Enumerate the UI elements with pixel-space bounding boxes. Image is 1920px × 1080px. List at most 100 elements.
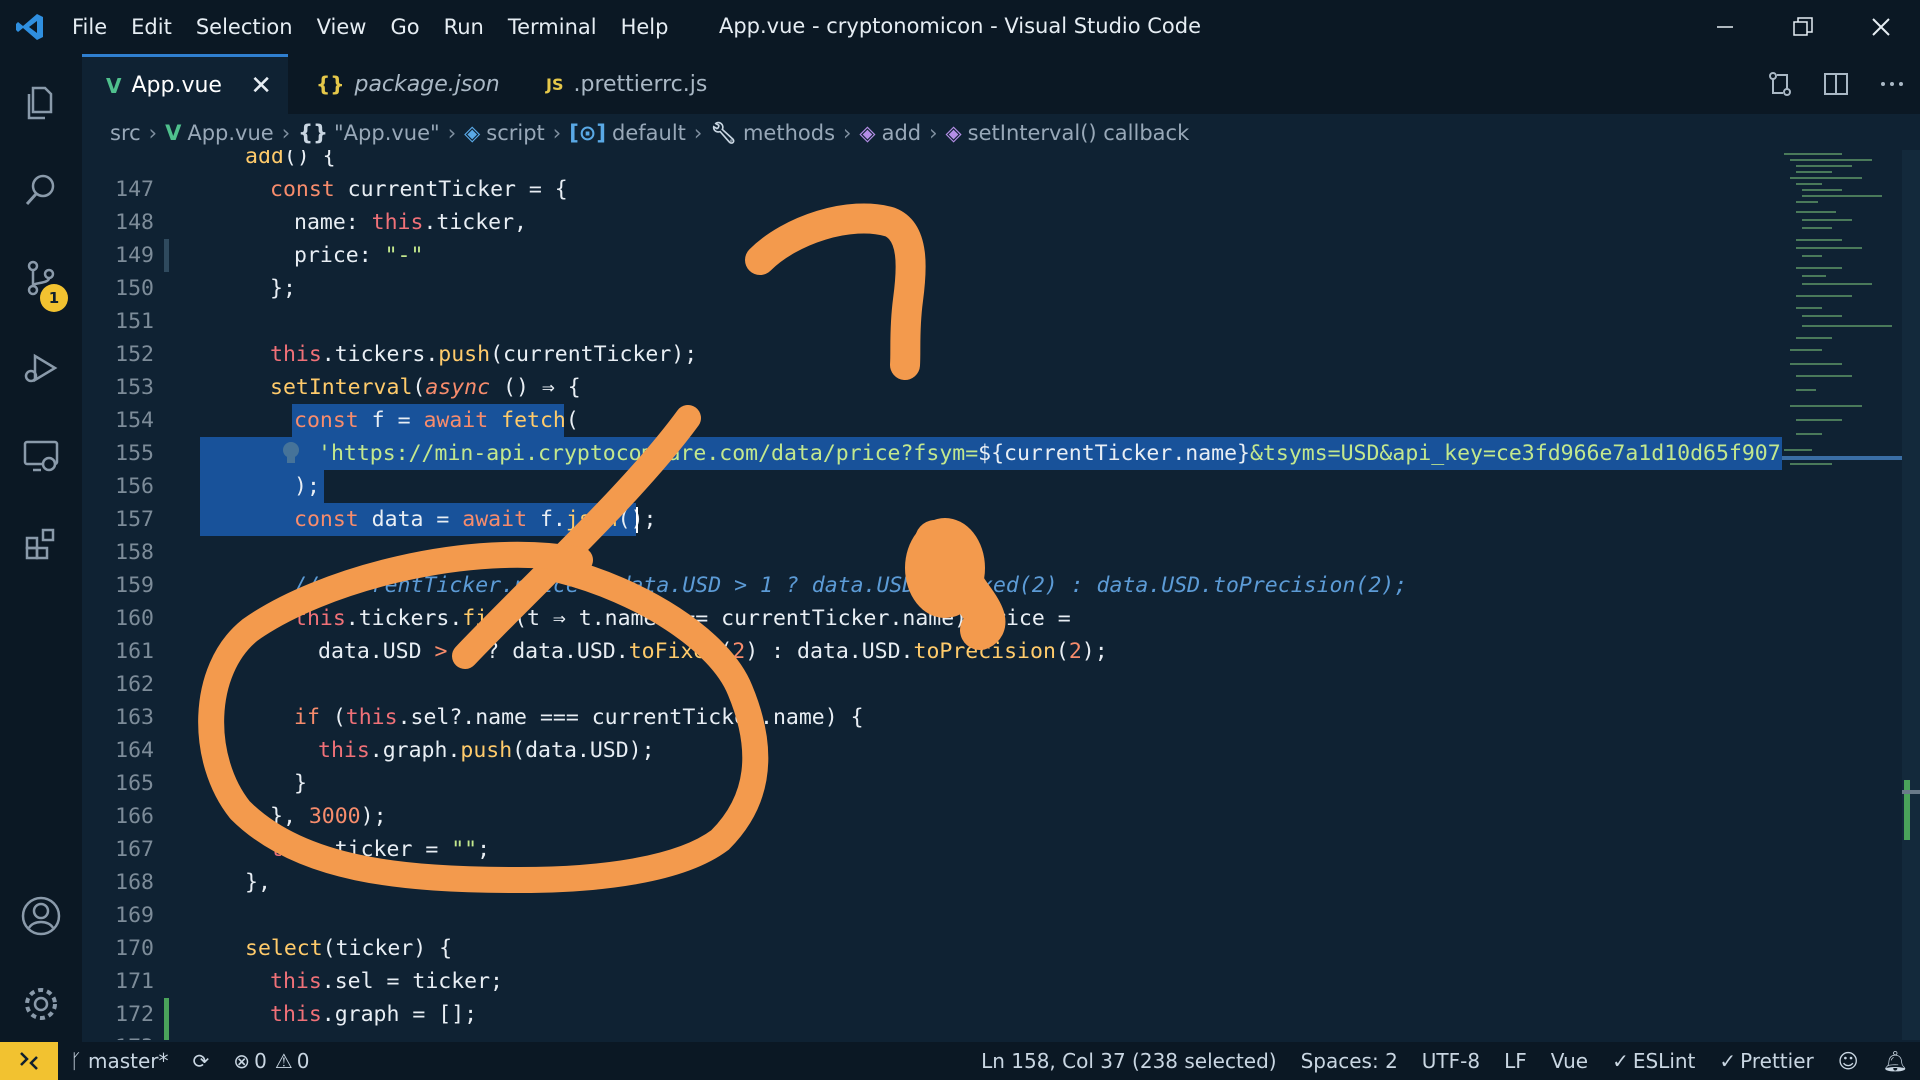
- menu-file[interactable]: File: [60, 15, 119, 39]
- tab-package-json[interactable]: {} package.json: [292, 54, 512, 114]
- tab-prettierrc[interactable]: JS .prettierrc.js: [522, 54, 762, 114]
- notifications-bell-icon[interactable]: 🔔︎: [1871, 1049, 1920, 1073]
- method-icon: ◈: [945, 121, 962, 145]
- braces-icon: {}: [298, 121, 329, 145]
- source-control-icon[interactable]: 1: [0, 238, 82, 318]
- split-editor-icon[interactable]: [1808, 54, 1864, 114]
- language-mode[interactable]: Vue: [1539, 1049, 1600, 1073]
- code-line: 165 this.graph.push(data.USD);: [82, 734, 1782, 796]
- encoding[interactable]: UTF-8: [1410, 1049, 1492, 1073]
- lightbulb-icon[interactable]: [202, 408, 299, 463]
- eslint-label: ESLint: [1632, 1049, 1696, 1073]
- tab-label: package.json: [354, 71, 500, 97]
- more-actions-icon[interactable]: [1864, 54, 1920, 114]
- breadcrumb-add-label: add: [881, 121, 922, 145]
- sync-icon[interactable]: ⟳: [181, 1049, 222, 1073]
- breadcrumb-file[interactable]: V App.vue: [165, 121, 274, 145]
- code-line: 147 add() {: [82, 150, 1782, 202]
- breadcrumb-script[interactable]: ◈ script: [464, 121, 545, 145]
- breadcrumb-script-label: script: [486, 121, 545, 145]
- breadcrumb-add[interactable]: ◈ add: [859, 121, 921, 145]
- menu-view[interactable]: View: [305, 15, 379, 39]
- feedback-icon[interactable]: ☺: [1826, 1049, 1871, 1073]
- chevron-right-icon: ›: [148, 121, 158, 145]
- error-count: 0: [254, 1049, 267, 1073]
- menu-run[interactable]: Run: [432, 15, 496, 39]
- extensions-icon[interactable]: [0, 504, 82, 584]
- cursor-position[interactable]: Ln 158, Col 37 (238 selected): [969, 1049, 1289, 1073]
- breadcrumb-default[interactable]: [⊙] default: [569, 121, 686, 145]
- remote-indicator-icon[interactable]: [0, 1042, 58, 1080]
- chevron-right-icon: ›: [281, 121, 291, 145]
- breadcrumb-src[interactable]: src: [110, 121, 141, 145]
- breadcrumb-callback[interactable]: ◈ setInterval() callback: [946, 121, 1190, 145]
- restore-button[interactable]: [1764, 0, 1842, 54]
- indentation[interactable]: Spaces: 2: [1289, 1049, 1410, 1073]
- minimap[interactable]: [1782, 150, 1902, 530]
- code-line: 169 },: [82, 866, 1782, 928]
- prettier-status[interactable]: ✓ Prettier: [1707, 1049, 1825, 1073]
- open-changes-icon[interactable]: [1752, 54, 1808, 114]
- gutter-added-marker: [164, 1031, 169, 1040]
- scrollbar-thumb[interactable]: [1902, 790, 1920, 794]
- tab-app-vue[interactable]: V App.vue ✕: [82, 54, 288, 114]
- account-icon[interactable]: [0, 876, 82, 956]
- code-line: 160 // currentTicker.price = data.USD > …: [82, 569, 1782, 631]
- breadcrumb-callback-label: setInterval() callback: [967, 121, 1190, 145]
- fetch-url: 'https://min-api.cryptocompare.com/data/…: [318, 441, 979, 466]
- cube-icon: ◈: [464, 121, 481, 145]
- code-line: 173 this.graph = [];: [82, 998, 1782, 1040]
- vertical-scrollbar[interactable]: [1902, 150, 1920, 1040]
- menu-selection[interactable]: Selection: [184, 15, 305, 39]
- close-window-button[interactable]: [1842, 0, 1920, 54]
- code-line: 151 };: [82, 272, 1782, 334]
- breadcrumb-methods[interactable]: 🔧︎ methods: [710, 121, 835, 146]
- error-icon: ⊗: [233, 1049, 251, 1073]
- code-line: 172 this.sel = ticker;: [82, 965, 1782, 1040]
- menu-edit[interactable]: Edit: [119, 15, 184, 39]
- breadcrumb-file-label: App.vue: [187, 121, 274, 145]
- chevron-right-icon: ›: [843, 121, 852, 145]
- breadcrumb-module-label: "App.vue": [334, 121, 440, 145]
- code-line: 157 );: [82, 470, 1782, 532]
- breadcrumb-methods-label: methods: [742, 121, 836, 145]
- js-file-icon: JS: [546, 74, 564, 94]
- code-line: 161 this.tickers.find(t ⇒ t.name === cur…: [82, 602, 1782, 664]
- chevron-right-icon: ›: [447, 121, 457, 145]
- tab-close-icon[interactable]: ✕: [250, 71, 272, 101]
- vscode-logo-icon: [0, 0, 60, 54]
- check-icon: ✓: [1719, 1049, 1737, 1073]
- branch-icon: ᚴ: [70, 1049, 82, 1073]
- chevron-right-icon: ›: [552, 121, 562, 145]
- settings-gear-icon[interactable]: [0, 964, 82, 1044]
- menu-bar: File Edit Selection View Go Run Terminal…: [60, 0, 680, 54]
- git-branch[interactable]: ᚴ master*: [58, 1049, 181, 1073]
- menu-go[interactable]: Go: [378, 15, 431, 39]
- json-file-icon: {}: [316, 72, 345, 96]
- problems-indicator[interactable]: ⊗ 0 ⚠ 0: [221, 1049, 321, 1073]
- chevron-right-icon: ›: [693, 121, 703, 145]
- code-line: 170: [82, 899, 1782, 961]
- source-control-badge: 1: [40, 284, 68, 312]
- code-line: 148 const currentTicker = {: [82, 173, 1782, 272]
- breadcrumb-module[interactable]: {} "App.vue": [298, 121, 440, 145]
- menu-help[interactable]: Help: [609, 15, 681, 39]
- code-line: 166 }: [82, 767, 1782, 829]
- minimize-button[interactable]: [1686, 0, 1764, 54]
- explorer-icon[interactable]: [0, 62, 82, 142]
- line-ending[interactable]: LF: [1492, 1049, 1539, 1073]
- restore-icon: [1793, 17, 1813, 36]
- code-line: 153 this.tickers.push(currentTicker);: [82, 338, 1782, 400]
- search-icon[interactable]: [0, 150, 82, 230]
- code-line: 150 price: "-": [82, 239, 1782, 301]
- menu-terminal[interactable]: Terminal: [496, 15, 609, 39]
- code-line: 171 select(ticker) {: [82, 932, 1782, 1031]
- code-line: 149 name: this.ticker,: [82, 206, 1782, 268]
- eslint-status[interactable]: ✓ ESLint: [1600, 1049, 1707, 1073]
- code-line: 163: [82, 668, 1782, 730]
- warning-count: 0: [296, 1049, 310, 1073]
- remote-explorer-icon[interactable]: [0, 416, 82, 496]
- code-editor[interactable]: 147 add() { 148 const currentTicker = { …: [82, 150, 1782, 1040]
- code-line: 162 data.USD > 1 ? data.USD.toFixed(2) :…: [82, 635, 1782, 697]
- run-debug-icon[interactable]: [0, 328, 82, 408]
